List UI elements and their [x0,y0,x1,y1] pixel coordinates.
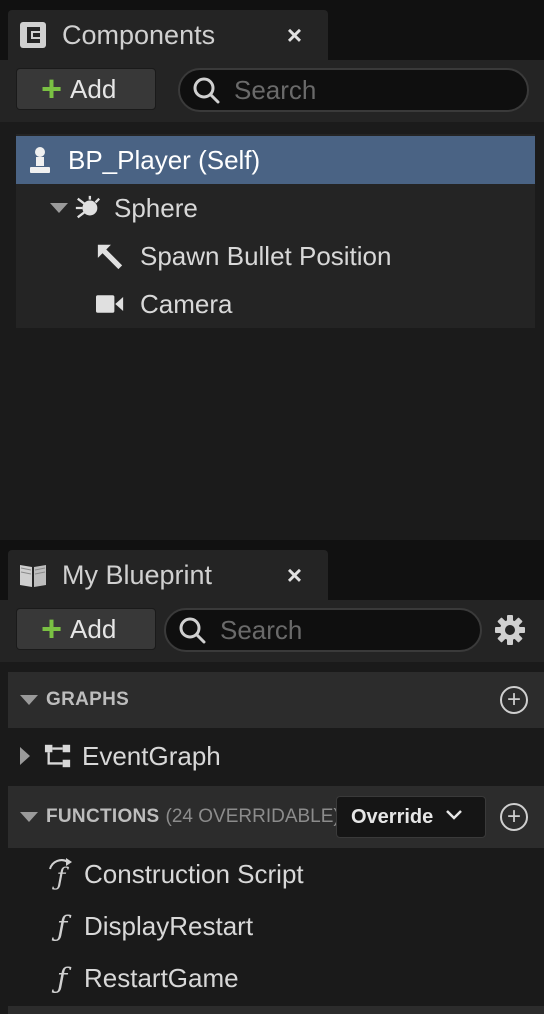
event-graph-icon [44,742,72,770]
book-icon [18,560,48,590]
add-component-button[interactable]: + Add [16,68,156,110]
construction-function-icon: ƒ [44,857,78,891]
components-tab[interactable]: Components × [8,10,328,60]
components-search-input[interactable] [232,73,486,107]
arrow-component-icon [96,242,124,270]
search-icon [179,617,206,644]
pawn-icon [26,146,54,174]
add-button-label: Add [70,73,117,104]
graph-item-eventgraph[interactable]: EventGraph [8,728,544,784]
collapse-caret-icon[interactable] [20,812,38,822]
expand-caret-icon[interactable] [20,747,30,765]
function-item-construction-script[interactable]: ƒ Construction Script [8,848,544,900]
function-item-displayrestart[interactable]: ƒ DisplayRestart [8,900,544,952]
functions-section-title: FUNCTIONS [46,806,160,827]
plus-icon: + [41,608,63,649]
my-blueprint-toolbar: + Add [0,600,544,662]
tree-item-sphere[interactable]: Sphere [16,184,535,232]
graph-item-label: EventGraph [82,740,221,771]
plus-icon: + [41,68,63,109]
function-item-label: RestartGame [84,962,239,993]
close-icon[interactable]: × [287,560,302,591]
tree-item-camera[interactable]: Camera [16,280,535,328]
override-dropdown-label: Override [351,805,434,828]
my-blueprint-tab[interactable]: My Blueprint × [8,550,328,600]
close-icon[interactable]: × [287,20,302,51]
tree-item-label: Camera [140,288,233,319]
list-bottom-divider [8,1006,544,1014]
collapse-caret-icon[interactable] [20,695,38,705]
override-dropdown[interactable]: Override [336,796,486,838]
camera-icon [96,290,124,318]
function-icon: ƒ [56,909,68,943]
functions-section-header[interactable]: FUNCTIONS (24 OVERRIDABLE) Override + [8,786,544,848]
components-search[interactable] [178,68,529,112]
tree-item-label: Spawn Bullet Position [140,240,392,271]
function-item-restartgame[interactable]: ƒ RestartGame [8,952,544,1004]
function-icon: ƒ [56,961,68,995]
components-tab-bar: Components × [0,0,544,60]
tree-item-bp-player[interactable]: BP_Player (Self) [16,136,535,184]
search-icon [193,77,220,104]
my-blueprint-search[interactable] [164,608,482,652]
function-item-label: DisplayRestart [84,910,254,941]
components-tab-title: Components [62,19,216,50]
add-blueprint-item-button[interactable]: + Add [16,608,156,650]
add-function-icon[interactable]: + [500,803,528,831]
tree-item-spawn-bullet-position[interactable]: Spawn Bullet Position [16,232,535,280]
add-button-label: Add [70,613,117,644]
my-blueprint-tab-bar: My Blueprint × [0,540,544,600]
function-item-label: Construction Script [84,858,304,889]
chevron-down-icon [445,808,463,826]
components-tree: BP_Player (Self) Sphere Spawn Bullet Pos… [0,122,544,540]
my-blueprint-panel: My Blueprint × + Add Search GRAPHS + Eve… [0,540,544,1014]
collapse-caret-icon[interactable] [50,203,68,213]
tree-item-label: BP_Player (Self) [68,144,261,175]
components-icon [18,20,48,50]
components-panel: Components × + Add BP_P [0,0,544,540]
graphs-section-title: GRAPHS [46,689,130,710]
gear-icon[interactable] [494,614,526,646]
graphs-section-header[interactable]: GRAPHS + [8,672,544,728]
tree-item-label: Sphere [114,192,198,223]
my-blueprint-tab-title: My Blueprint [62,559,213,590]
components-toolbar: + Add [0,60,544,122]
my-blueprint-search-input[interactable] [218,613,442,647]
functions-overridable-count: (24 OVERRIDABLE) [165,806,338,827]
sphere-icon [74,194,102,222]
add-graph-icon[interactable]: + [500,686,528,714]
svg-text:ƒ: ƒ [52,863,70,891]
